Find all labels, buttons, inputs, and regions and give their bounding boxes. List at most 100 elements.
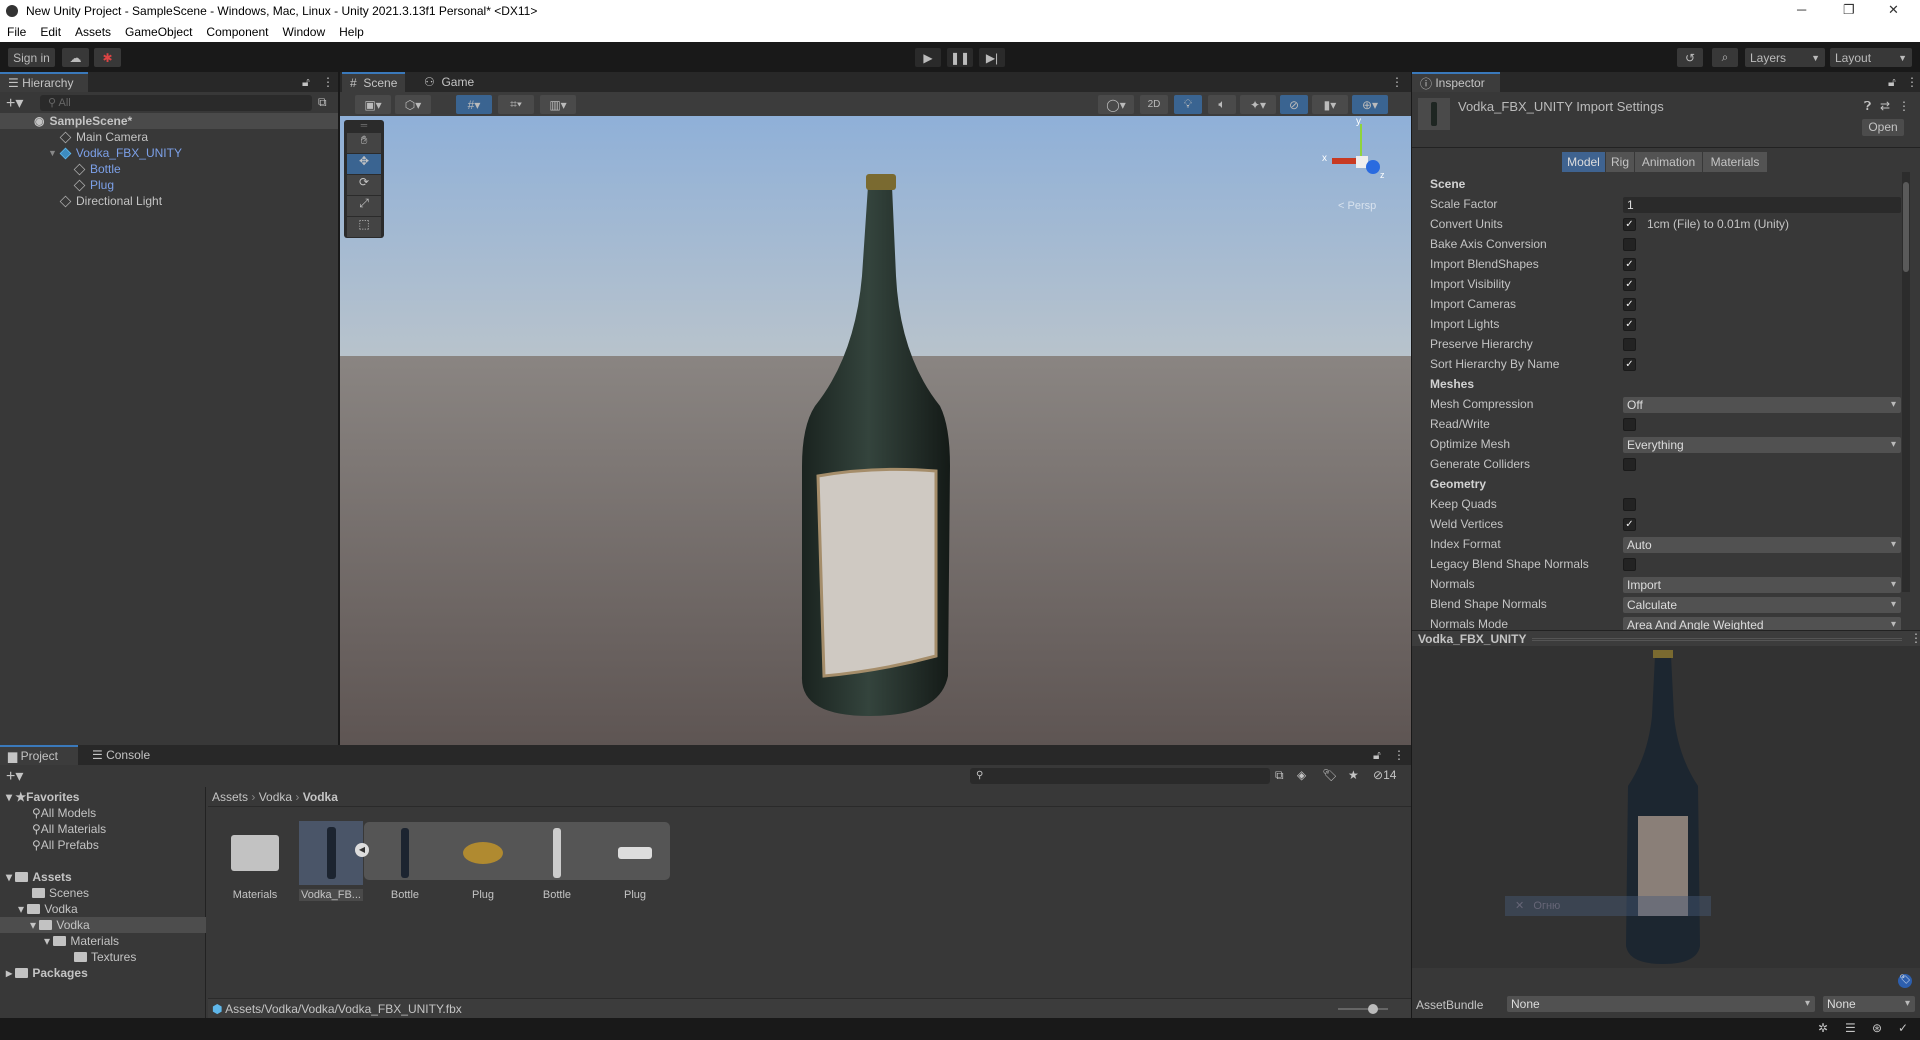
setting-checkbox[interactable]: ✓ [1623, 298, 1636, 311]
tab-materials[interactable]: Materials [1703, 152, 1767, 172]
minimize-button[interactable]: ─ [1797, 2, 1806, 17]
setting-checkbox[interactable]: ✓ [1623, 318, 1636, 331]
add-icon[interactable]: +▾ [6, 93, 23, 113]
draw-mode-icon[interactable]: ▣▾ [355, 95, 391, 114]
setting-dropdown[interactable]: Import [1623, 577, 1901, 593]
hierarchy-item[interactable]: Directional Light [59, 193, 162, 209]
sign-in-button[interactable]: Sign in [8, 48, 55, 67]
lock-icon[interactable]: 🔓︎ [302, 75, 310, 90]
drag-handle[interactable]: ═ [344, 120, 384, 132]
help-icon[interactable]: ❓︎ [1864, 99, 1871, 114]
breadcrumb-assets[interactable]: Assets [212, 790, 248, 804]
setting-checkbox[interactable]: ✓ [1623, 278, 1636, 291]
open-button[interactable]: Open [1862, 119, 1904, 136]
tree-all-materials[interactable]: ⚲ All Materials [32, 821, 106, 837]
2d-toggle-button[interactable]: 2D [1140, 95, 1168, 114]
tab-inspector[interactable]: ⓘ Inspector [1412, 72, 1500, 92]
layout-dropdown[interactable]: Layout ▼ [1830, 48, 1912, 67]
asset-item[interactable]: Bottle [373, 821, 437, 901]
cache-server-icon[interactable]: ☰ [1845, 1021, 1856, 1035]
hierarchy-item[interactable]: Main Camera [59, 129, 148, 145]
tree-all-models[interactable]: ⚲ All Models [32, 805, 96, 821]
assetbundle-dropdown[interactable]: None [1507, 996, 1815, 1012]
setting-checkbox[interactable]: ✓ [1623, 518, 1636, 531]
tree-assets[interactable]: ▾ Assets [6, 869, 72, 885]
collapse-arrow-icon[interactable]: ◀ [355, 843, 369, 857]
scene-render[interactable] [340, 116, 1411, 745]
setting-checkbox[interactable]: ✓ [1623, 218, 1636, 231]
label-tag-icon[interactable]: 🏷︎ [1898, 974, 1912, 988]
tree-scenes[interactable]: Scenes [32, 885, 89, 901]
scene-row[interactable]: ◉ SampleScene* [0, 113, 338, 129]
asset-item[interactable]: Plug [451, 821, 515, 901]
tab-animation[interactable]: Animation [1635, 152, 1702, 172]
setting-dropdown[interactable]: Calculate [1623, 597, 1901, 613]
auto-generate-lighting-icon[interactable]: ⊛ [1872, 1021, 1882, 1035]
hierarchy-search-input[interactable]: ⚲ All [40, 95, 312, 111]
lock-icon[interactable]: 🔓︎ [1888, 75, 1896, 90]
asset-item-selected[interactable]: Vodka_FB... [299, 821, 363, 901]
debug-icon[interactable]: ✲ [1818, 1021, 1828, 1035]
tree-all-prefabs[interactable]: ⚲ All Prefabs [32, 837, 99, 853]
status-ok-icon[interactable]: ✓ [1898, 1021, 1908, 1035]
preview-resize-handle[interactable] [1532, 638, 1902, 641]
asset-item[interactable]: Materials [223, 821, 287, 901]
preview-header[interactable]: Vodka_FBX_UNITY ⋮ [1412, 630, 1920, 646]
tab-hierarchy[interactable]: ☰ Hierarchy [0, 72, 88, 92]
breadcrumb-vodka[interactable]: Vodka [259, 790, 292, 804]
rotate-tool-icon[interactable]: ⟳ [347, 175, 381, 195]
expand-icon[interactable]: ▼ [48, 148, 57, 158]
search-by-type-icon[interactable]: ⧉ [1275, 768, 1284, 783]
setting-checkbox[interactable] [1623, 498, 1636, 511]
menu-help[interactable]: Help [339, 25, 364, 39]
menu-file[interactable]: File [7, 25, 26, 39]
tree-packages[interactable]: ▸ Packages [6, 965, 88, 981]
setting-checkbox[interactable]: ✓ [1623, 358, 1636, 371]
scrollbar-thumb[interactable] [1903, 182, 1909, 272]
icon-size-slider[interactable] [1338, 1004, 1388, 1014]
tree-textures[interactable]: Textures [74, 949, 136, 965]
setting-checkbox[interactable] [1623, 558, 1636, 571]
layers-dropdown[interactable]: Layers ▼ [1745, 48, 1825, 67]
tree-favorites[interactable]: ▾ ★ Favorites [6, 789, 79, 805]
close-button[interactable]: ✕ [1888, 2, 1899, 18]
hierarchy-item[interactable]: Plug [73, 177, 114, 193]
menu-edit[interactable]: Edit [40, 25, 61, 39]
orientation-gizmo[interactable]: y x z < Persp [1300, 116, 1410, 230]
hidden-packages-toggle[interactable]: ⊘14 [1373, 768, 1396, 782]
search-icon[interactable]: ⌕ [1712, 48, 1738, 67]
asset-item[interactable]: Bottle [525, 821, 589, 901]
increment-snap-icon[interactable]: ⌗▾ [498, 95, 534, 114]
shading-icon[interactable]: ◯▾ [1098, 95, 1134, 114]
grid-visibility-icon[interactable]: ▥▾ [540, 95, 576, 114]
setting-checkbox[interactable] [1623, 458, 1636, 471]
setting-input[interactable]: 1 [1623, 197, 1901, 213]
grid-snap-icon[interactable]: #▾ [456, 95, 492, 114]
setting-dropdown[interactable]: Auto [1623, 537, 1901, 553]
more-icon[interactable]: ⋮ [1391, 75, 1403, 89]
lock-icon[interactable]: 🔓︎ [1373, 748, 1381, 763]
hierarchy-item[interactable]: Bottle [73, 161, 121, 177]
maximize-button[interactable]: ❐ [1843, 2, 1855, 18]
tab-rig[interactable]: Rig [1606, 152, 1634, 172]
tab-scene[interactable]: # Scene [342, 72, 406, 92]
pause-button[interactable]: ❚❚ [947, 48, 973, 67]
assetbundle-variant-dropdown[interactable]: None [1823, 996, 1915, 1012]
setting-checkbox[interactable] [1623, 338, 1636, 351]
scene-viewport[interactable]: ═ ✋︎ ✥ ⟳ ⤢ ⬚ y x z < Persp [340, 116, 1411, 745]
presets-icon[interactable]: ⇄ [1880, 99, 1890, 113]
slider-thumb[interactable] [1368, 1004, 1378, 1014]
setting-checkbox[interactable] [1623, 238, 1636, 251]
search-options-icon[interactable]: ⧉ [318, 95, 327, 110]
filter-type-icon[interactable]: ◈ [1297, 768, 1306, 782]
more-icon[interactable]: ⋮ [1906, 75, 1918, 89]
cloud-icon[interactable]: ☁ [62, 48, 89, 67]
inspector-scrollbar[interactable] [1902, 172, 1910, 592]
tree-vodka-selected[interactable]: ▾ Vodka [0, 917, 206, 933]
favorite-icon[interactable]: ★ [1348, 768, 1359, 782]
menu-assets[interactable]: Assets [75, 25, 111, 39]
play-button[interactable]: ▶ [915, 48, 941, 67]
more-icon[interactable]: ⋮ [322, 75, 334, 89]
add-icon[interactable]: +▾ [6, 766, 23, 786]
hierarchy-item[interactable]: ▼ Vodka_FBX_UNITY [48, 145, 182, 161]
